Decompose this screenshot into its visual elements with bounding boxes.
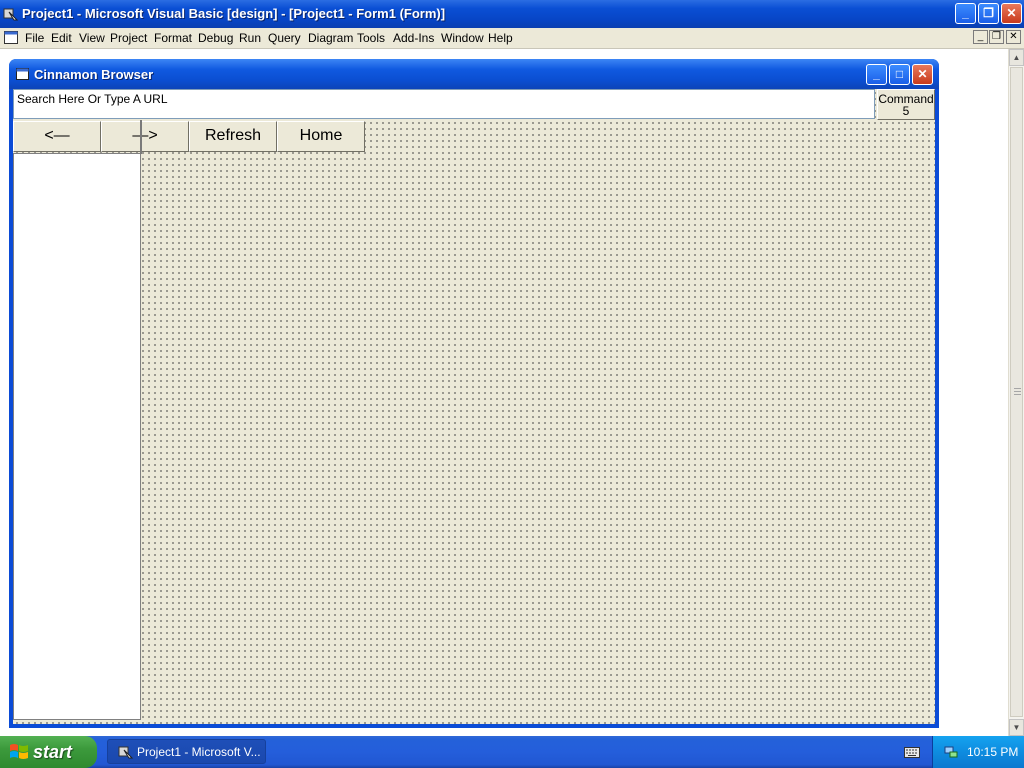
clock[interactable]: 10:15 PM [967,745,1018,759]
maximize-icon: □ [895,67,904,81]
windows-flag-icon [10,744,28,759]
window-title: Project1 - Microsoft Visual Basic [desig… [22,6,446,21]
form-title-bar[interactable]: Cinnamon Browser _ □ ✕ [9,59,939,89]
scroll-up-icon[interactable]: ▲ [1009,49,1024,66]
home-button[interactable]: Home [277,121,365,152]
command5-number: 5 [902,104,910,118]
visual-basic-icon[interactable] [3,6,19,22]
grip-icon [1014,388,1021,396]
vertical-scrollbar[interactable]: ▲ ▼ [1008,49,1024,736]
back-button[interactable]: <— [13,121,101,152]
menu-tools[interactable]: Tools [357,31,385,45]
menu-run[interactable]: Run [239,31,261,45]
keyboard-icon[interactable] [904,747,920,758]
close-icon: ✕ [917,67,928,81]
restore-button[interactable]: ❐ [978,3,999,24]
menu-file[interactable]: File [25,31,44,45]
form-designer-window[interactable]: Cinnamon Browser _ □ ✕ Search Here Or Ty… [9,59,939,728]
form-title: Cinnamon Browser [34,67,154,82]
menu-debug[interactable]: Debug [198,31,233,45]
close-icon: ✕ [1009,31,1018,42]
mdi-restore-button[interactable]: ❐ [989,30,1004,44]
close-button[interactable]: ✕ [1001,3,1022,24]
menu-window[interactable]: Window [441,31,484,45]
panel-divider [140,120,142,154]
taskbar-item-label: Project1 - Microsoft V... [137,745,261,759]
form-maximize-button[interactable]: □ [889,64,910,85]
menu-project[interactable]: Project [110,31,147,45]
menu-query[interactable]: Query [268,31,301,45]
form-canvas[interactable]: Search Here Or Type A URL Command 5 <— —… [13,89,935,724]
minimize-button[interactable]: _ [955,3,976,24]
menu-add-ins[interactable]: Add-Ins [393,31,434,45]
close-icon: ✕ [1006,6,1017,20]
system-tray: 10:15 PM [932,736,1024,768]
menu-help[interactable]: Help [488,31,513,45]
scrollbar-thumb[interactable] [1010,67,1023,717]
form-close-button[interactable]: ✕ [912,64,933,85]
taskbar-item-vb[interactable]: Project1 - Microsoft V... [107,739,266,764]
minimize-icon: _ [962,6,969,20]
refresh-button[interactable]: Refresh [189,121,277,152]
mdi-close-button[interactable]: ✕ [1006,30,1021,44]
form-minimize-button[interactable]: _ [866,64,887,85]
visual-basic-icon [118,746,134,759]
menu-diagram[interactable]: Diagram [308,31,353,45]
minimize-icon: _ [977,31,984,42]
scroll-down-icon[interactable]: ▼ [1009,719,1024,736]
restore-icon: ❐ [992,31,1001,42]
taskbar: start Project1 - Microsoft V... 10:15 PM [0,736,1024,768]
command5-button[interactable]: Command 5 [877,89,935,120]
minimize-icon: _ [873,67,880,81]
url-textbox[interactable]: Search Here Or Type A URL [13,89,875,119]
form-document-icon[interactable] [4,31,18,44]
mdi-minimize-button[interactable]: _ [973,30,988,44]
side-listbox[interactable] [13,153,141,720]
menu-bar: File Edit View Project Format Debug Run … [0,28,1024,49]
forward-button[interactable]: —> [101,121,189,152]
menu-edit[interactable]: Edit [51,31,72,45]
start-label: start [33,742,73,762]
form-icon[interactable] [16,68,29,80]
start-button[interactable]: start [0,736,97,768]
menu-format[interactable]: Format [154,31,192,45]
main-title-bar[interactable]: Project1 - Microsoft Visual Basic [desig… [0,0,1024,28]
network-icon[interactable] [943,744,959,760]
restore-icon: ❐ [983,6,994,20]
menu-view[interactable]: View [79,31,105,45]
